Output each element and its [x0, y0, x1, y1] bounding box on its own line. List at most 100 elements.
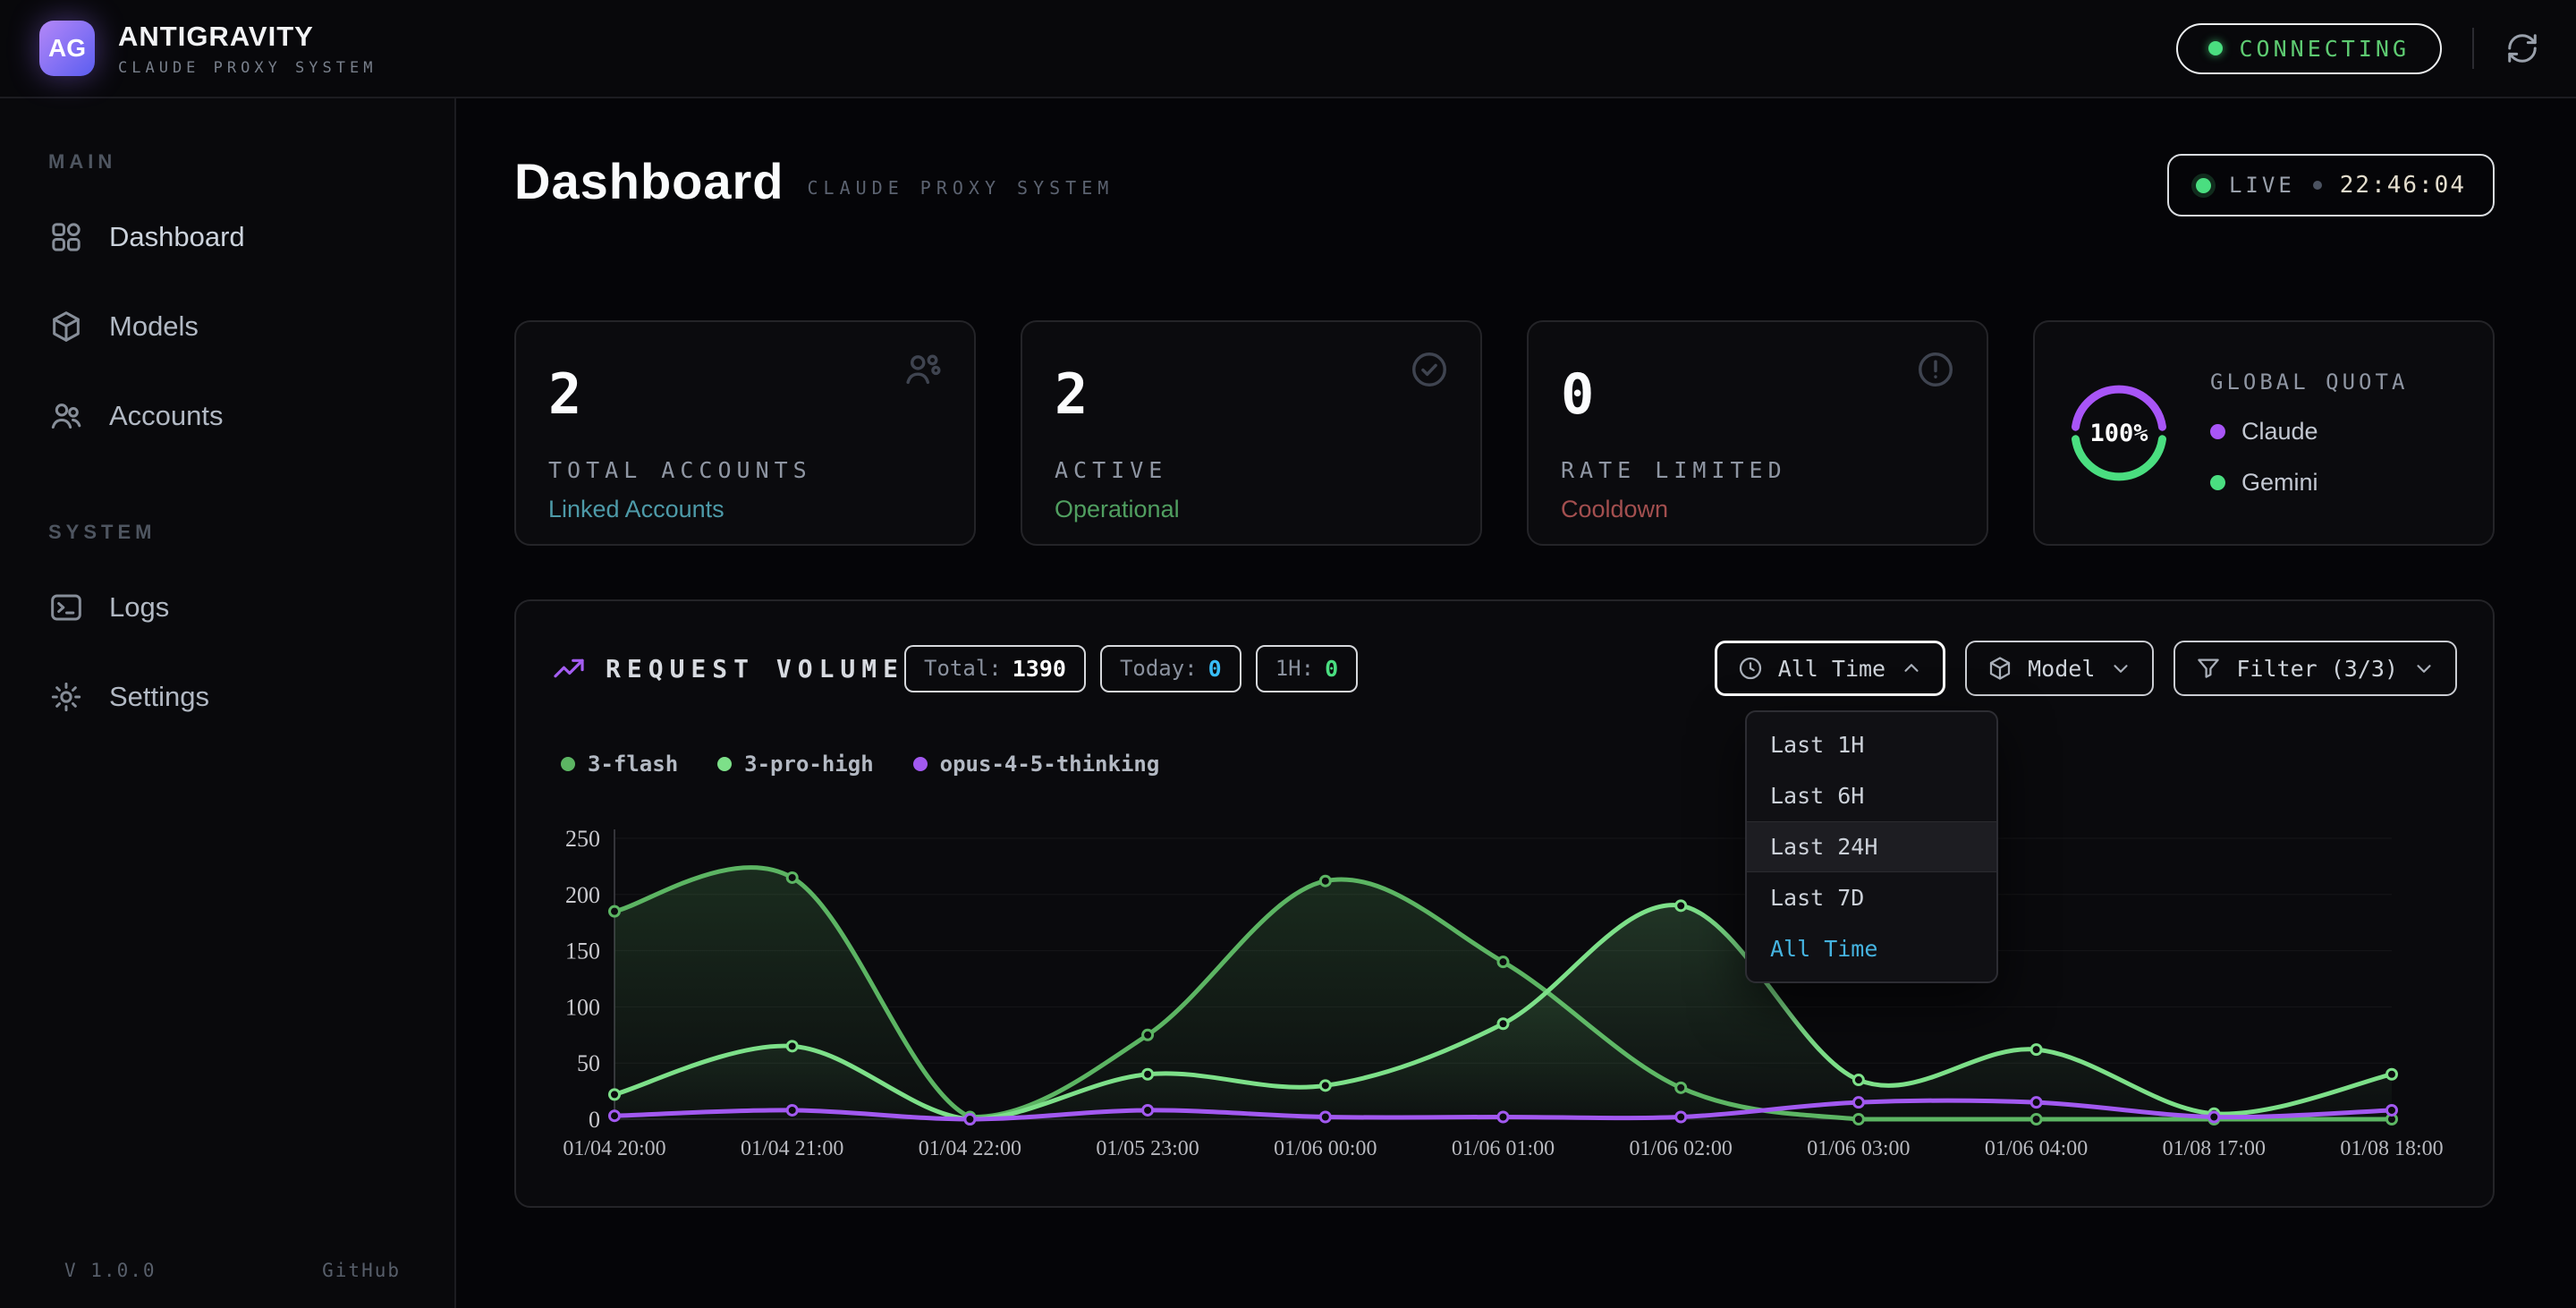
app-name: ANTIGRAVITY [118, 21, 377, 53]
refresh-icon [2505, 31, 2539, 65]
refresh-button[interactable] [2504, 30, 2540, 66]
svg-text:01/04 20:00: 01/04 20:00 [563, 1137, 665, 1160]
chevron-down-icon [2109, 657, 2132, 680]
legend-label: 3-flash [588, 752, 678, 777]
topbar-right: CONNECTING [2176, 23, 2540, 74]
time-range-button[interactable]: All Time [1715, 641, 1945, 696]
svg-text:0: 0 [589, 1107, 600, 1133]
model-filter-button[interactable]: Model [1965, 641, 2154, 696]
stat-value: 2 [548, 361, 942, 427]
dot-separator-icon [2313, 181, 2322, 190]
status-dot-icon [2208, 41, 2223, 55]
connection-status-label: CONNECTING [2239, 36, 2410, 62]
chart-title: REQUEST VOLUME [606, 654, 904, 684]
sidebar-item-logs[interactable]: Logs [27, 574, 428, 641]
button-label: All Time [1778, 656, 1885, 682]
legend-item-3-pro-high: 3-pro-high [717, 752, 874, 777]
sidebar-item-accounts[interactable]: Accounts [27, 383, 428, 449]
chevron-down-icon [2412, 657, 2436, 680]
legend-dot-icon [561, 757, 575, 771]
users-icon [48, 398, 84, 434]
line-chart: 05010015020025001/04 20:0001/04 21:0001/… [552, 820, 2461, 1177]
pill-label: 1H: [1275, 656, 1314, 681]
claude-dot-icon [2210, 424, 2225, 439]
dropdown-item-last-6h[interactable]: Last 6H [1747, 770, 1996, 821]
pill-label: Total: [924, 656, 1002, 681]
svg-text:01/04 21:00: 01/04 21:00 [741, 1137, 843, 1160]
button-label: Filter (3/3) [2236, 656, 2398, 682]
stat-label: ACTIVE [1055, 457, 1448, 483]
pill-value: 0 [1325, 656, 1338, 682]
pill-label: Today: [1120, 656, 1198, 681]
grid-icon [48, 219, 84, 255]
pill-value: 1390 [1013, 656, 1066, 682]
box-icon [1987, 655, 2013, 682]
live-clock: 22:46:04 [2340, 172, 2466, 199]
svg-text:01/06 04:00: 01/06 04:00 [1985, 1137, 2088, 1160]
total-requests-pill: Total: 1390 [904, 645, 1086, 692]
filter-button[interactable]: Filter (3/3) [2174, 641, 2457, 696]
svg-text:01/06 03:00: 01/06 03:00 [1807, 1137, 1910, 1160]
sidebar-item-label: Models [109, 310, 199, 343]
quota-item-label: Claude [2241, 418, 2318, 446]
dropdown-item-last-24h[interactable]: Last 24H [1747, 821, 1996, 872]
alert-circle-icon [1915, 349, 1956, 390]
gemini-dot-icon [2210, 475, 2225, 490]
sidebar-item-settings[interactable]: Settings [27, 664, 428, 730]
quota-percent: 100% [2067, 381, 2171, 485]
sidebar: MAIN Dashboard Models [0, 98, 456, 1308]
svg-text:01/06 01:00: 01/06 01:00 [1452, 1137, 1555, 1160]
top-header: AG ANTIGRAVITY CLAUDE PROXY SYSTEM CONNE… [0, 0, 2576, 98]
svg-text:200: 200 [565, 882, 600, 908]
sidebar-item-label: Dashboard [109, 221, 245, 253]
stat-label: TOTAL ACCOUNTS [548, 457, 942, 483]
stat-cards-row: 2 TOTAL ACCOUNTS Linked Accounts 2 ACTIV… [514, 320, 2495, 546]
dropdown-item-last-1h[interactable]: Last 1H [1747, 719, 1996, 770]
sidebar-section-main: MAIN [48, 150, 428, 174]
sidebar-item-dashboard[interactable]: Dashboard [27, 204, 428, 270]
stat-card-rate-limited: 0 RATE LIMITED Cooldown [1527, 320, 1988, 546]
page-title-row: Dashboard CLAUDE PROXY SYSTEM LIVE 22:46… [514, 152, 2495, 217]
stat-sublabel: Cooldown [1561, 496, 1954, 523]
stat-value: 2 [1055, 361, 1448, 427]
users-icon [902, 349, 944, 390]
quota-donut: 100% [2067, 381, 2171, 485]
chart-legend: 3-flash 3-pro-high opus-4-5-thinking [561, 752, 2493, 777]
legend-label: 3-pro-high [744, 752, 874, 777]
svg-text:01/08 18:00: 01/08 18:00 [2340, 1137, 2443, 1160]
dropdown-item-all-time[interactable]: All Time [1747, 923, 1996, 974]
quota-legend: GLOBAL QUOTA Claude Gemini [2210, 369, 2408, 497]
pill-value: 0 [1208, 656, 1222, 682]
stat-label: RATE LIMITED [1561, 457, 1954, 483]
clock-icon [1737, 655, 1764, 682]
live-dot-icon [2196, 178, 2211, 193]
cube-icon [48, 309, 84, 344]
connection-status-badge: CONNECTING [2176, 23, 2442, 74]
app-logo: AG [39, 21, 95, 76]
legend-label: opus-4-5-thinking [940, 752, 1160, 777]
github-link[interactable]: GitHub [322, 1260, 401, 1281]
funnel-icon [2195, 655, 2222, 682]
app-identity: ANTIGRAVITY CLAUDE PROXY SYSTEM [118, 21, 377, 77]
button-label: Model [2028, 656, 2095, 682]
svg-text:01/06 02:00: 01/06 02:00 [1630, 1137, 1733, 1160]
app-logo-text: AG [48, 34, 86, 63]
quota-item-gemini: Gemini [2210, 469, 2408, 497]
sidebar-section-system: SYSTEM [48, 521, 428, 544]
line-chart-svg: 05010015020025001/04 20:0001/04 21:0001/… [552, 820, 2461, 1177]
stat-value: 0 [1561, 361, 1954, 427]
request-volume-card: REQUEST VOLUME Total: 1390 Today: 0 1H: … [514, 599, 2495, 1208]
stat-card-global-quota: 100% GLOBAL QUOTA Claude Gemini [2033, 320, 2495, 546]
header-divider [2472, 28, 2474, 69]
trending-up-icon [552, 651, 586, 685]
chevron-up-icon [1900, 657, 1923, 680]
svg-text:01/06 00:00: 01/06 00:00 [1274, 1137, 1377, 1160]
svg-text:01/05 23:00: 01/05 23:00 [1096, 1137, 1199, 1160]
sidebar-item-models[interactable]: Models [27, 293, 428, 360]
sidebar-spacer [27, 472, 428, 521]
time-range-dropdown: Last 1H Last 6H Last 24H Last 7D All Tim… [1745, 710, 1998, 983]
quota-label: GLOBAL QUOTA [2210, 369, 2408, 395]
dropdown-item-last-7d[interactable]: Last 7D [1747, 872, 1996, 923]
stat-card-active: 2 ACTIVE Operational [1021, 320, 1482, 546]
terminal-icon [48, 590, 84, 625]
